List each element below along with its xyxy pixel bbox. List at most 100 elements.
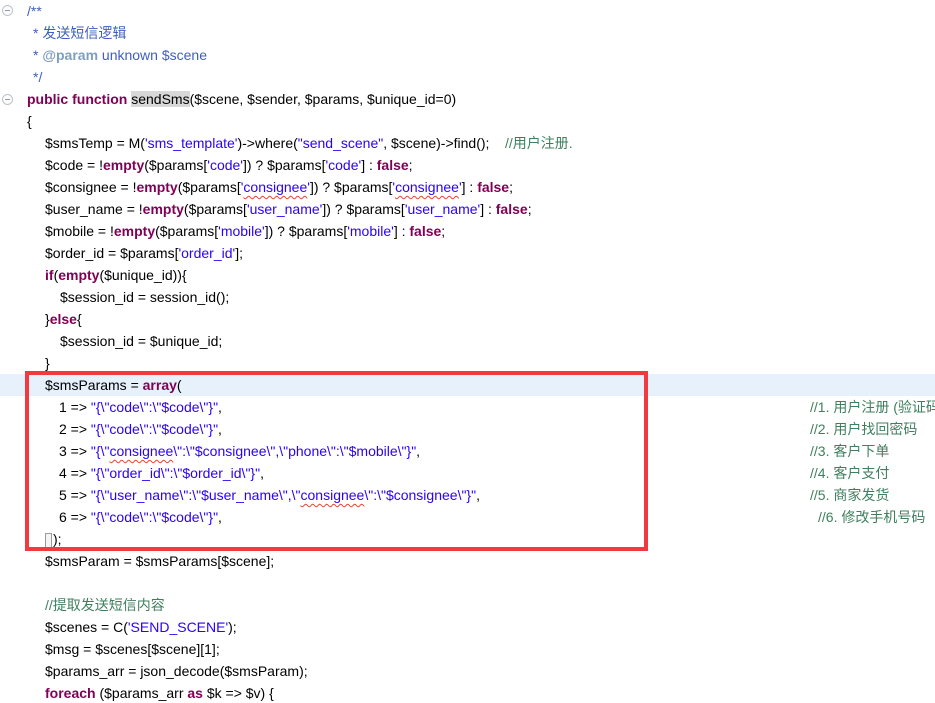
code-line[interactable]: $msg = $scenes[$scene][1]; (0, 638, 935, 660)
code-line[interactable]: $params_arr = json_decode($smsParam); (0, 660, 935, 682)
code-segment: ]; (235, 245, 243, 261)
code-text: foreach ($params_arr as $k => $v) { (0, 682, 274, 703)
code-area[interactable]: /*** 发送短信逻辑* @param unknown $scene*/publ… (0, 0, 935, 703)
code-line[interactable]: $smsTemp = M('sms_template')->where("sen… (0, 132, 935, 154)
code-line[interactable]: ); (0, 528, 935, 550)
code-line[interactable]: $scenes = C('SEND_SCENE'); (0, 616, 935, 638)
code-segment: ($unique_id)){ (99, 267, 186, 283)
code-segment: $session_id = $unique_id; (60, 333, 222, 349)
code-segment: "{\"code\":\"$code\"}" (91, 509, 218, 525)
code-segment: 4 => (59, 465, 91, 481)
code-segment: ($params[ (155, 223, 218, 239)
code-segment: ($params_arr (96, 685, 188, 701)
code-text: $consignee = !empty($params['consignee']… (0, 176, 513, 198)
code-segment: empty (103, 157, 144, 173)
code-text: $scenes = C('SEND_SCENE'); (0, 616, 237, 638)
code-line[interactable]: public function sendSms($scene, $sender,… (0, 88, 935, 110)
code-segment: , (476, 487, 480, 503)
code-text: { (0, 110, 32, 132)
code-text: 5 => "{\"user_name\":\"$user_name\",\"co… (0, 484, 480, 506)
code-segment: $order_id = $params[ (45, 245, 178, 261)
code-segment: $msg = $scenes[$scene][1]; (45, 641, 220, 657)
code-line[interactable]: $mobile = !empty($params['mobile']) ? $p… (0, 220, 935, 242)
code-segment: ; (528, 201, 532, 217)
code-segment: empty (136, 179, 177, 195)
code-line[interactable] (0, 572, 935, 594)
code-line[interactable]: 5 => "{\"user_name\":\"$user_name\",\"co… (0, 484, 935, 506)
code-text: */ (0, 66, 42, 88)
code-segment: false (477, 179, 509, 195)
code-segment: ; (409, 157, 413, 173)
code-line[interactable]: foreach ($params_arr as $k => $v) { (0, 682, 935, 703)
code-segment: $mobile = ! (45, 223, 114, 239)
code-segment: ); (228, 619, 237, 635)
code-segment: { (27, 113, 32, 129)
code-line-current[interactable]: $smsParams = array( (0, 374, 935, 396)
code-line[interactable]: 1 => "{\"code\":\"$code\"}",//1. 用户注册 (验… (0, 396, 935, 418)
code-segment: } (45, 355, 50, 371)
code-segment: empty (143, 201, 184, 217)
code-segment: consignee (301, 487, 365, 503)
code-text: $smsParams = array( (0, 374, 182, 396)
code-segment: ($params[ (144, 157, 207, 173)
code-segment: //提取发送短信内容 (45, 597, 165, 613)
code-segment: ] : (361, 157, 377, 173)
code-line[interactable]: * 发送短信逻辑 (0, 22, 935, 44)
code-segment: foreach (45, 685, 96, 701)
code-segment: //用户注册. (505, 135, 573, 151)
code-text: $mobile = !empty($params['mobile']) ? $p… (0, 220, 445, 242)
code-segment: public function (27, 91, 131, 107)
code-segment: $scenes = C( (45, 619, 128, 635)
code-segment: $consignee = ! (45, 179, 136, 195)
code-line[interactable]: if(empty($unique_id)){ (0, 264, 935, 286)
code-segment: $session_id = session_id(); (60, 289, 229, 305)
code-line[interactable]: 6 => "{\"code\":\"$code\"}", //6. 修改手机号码 (0, 506, 935, 528)
code-segment: ($scene, $sender, $params, $unique_id=0) (190, 91, 457, 107)
code-line[interactable]: //提取发送短信内容 (0, 594, 935, 616)
code-line[interactable]: $consignee = !empty($params['consignee']… (0, 176, 935, 198)
code-line[interactable]: }else{ (0, 308, 935, 330)
code-segment: ($params[ (184, 201, 247, 217)
code-line[interactable]: * @param unknown $scene (0, 44, 935, 66)
code-text: $session_id = $unique_id; (0, 330, 222, 352)
code-text: 6 => "{\"code\":\"$code\"}", (0, 506, 222, 528)
code-line[interactable]: /** (0, 0, 935, 22)
code-line[interactable]: 4 => "{\"order_id\":\"$order_id\"}",//4.… (0, 462, 935, 484)
code-segment: empty (114, 223, 155, 239)
scene-comment: //6. 修改手机号码 (818, 506, 925, 528)
code-segment: 'mobile' (218, 223, 265, 239)
code-line[interactable]: */ (0, 66, 935, 88)
code-segment: "send_scene" (298, 135, 383, 151)
code-text: $code = !empty($params['code']) ? $param… (0, 154, 413, 176)
code-segment: { (77, 311, 82, 327)
code-line[interactable]: $code = !empty($params['code']) ? $param… (0, 154, 935, 176)
code-line[interactable]: 3 => "{\"consignee\":\"$consignee\",\"ph… (0, 440, 935, 462)
code-fold-collapse-icon[interactable] (2, 94, 13, 105)
code-line[interactable]: } (0, 352, 935, 374)
code-segment: "{\"code\":\"$code\"}" (91, 399, 218, 415)
code-fold-collapse-icon[interactable] (2, 5, 13, 16)
code-line[interactable]: $smsParam = $smsParams[$scene]; (0, 550, 935, 572)
code-segment: /** (27, 3, 42, 19)
code-line[interactable]: { (0, 110, 935, 132)
code-segment: $smsParam = $smsParams[$scene]; (45, 553, 274, 569)
code-line[interactable]: $user_name = !empty($params['user_name']… (0, 198, 935, 220)
code-text: $order_id = $params['order_id']; (0, 242, 243, 264)
code-segment: $user_name = ! (45, 201, 143, 217)
code-segment: 'mobile' (347, 223, 394, 239)
code-segment: , (260, 465, 264, 481)
code-line[interactable]: $session_id = $unique_id; (0, 330, 935, 352)
code-segment: * (33, 47, 42, 63)
code-segment: ); (53, 531, 62, 547)
code-segment: \":\"$consignee\",\"phone\":\"$mobile\"}… (173, 443, 416, 459)
code-segment: false (409, 223, 441, 239)
code-segment: "{\"order_id\":\"$order_id\"}" (91, 465, 260, 481)
code-segment: 'sms_template' (145, 135, 238, 151)
code-line[interactable]: $session_id = session_id(); (0, 286, 935, 308)
code-line[interactable]: 2 => "{\"code\":\"$code\"}",//2. 用户找回密码 (0, 418, 935, 440)
code-segment: empty (58, 267, 99, 283)
code-line[interactable]: $order_id = $params['order_id']; (0, 242, 935, 264)
code-segment: 'SEND_SCENE' (128, 619, 228, 635)
code-segment: , (416, 443, 420, 459)
scene-comment: //3. 客户下单 (810, 440, 889, 462)
